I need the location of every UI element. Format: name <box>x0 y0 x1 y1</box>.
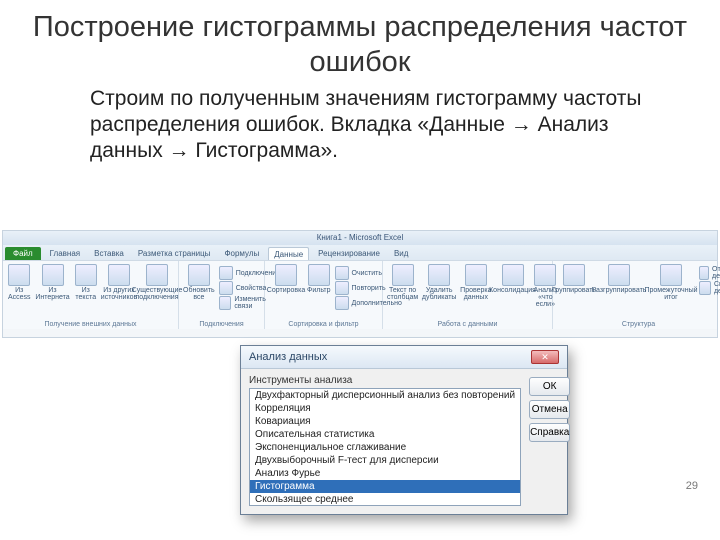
connections-icon <box>219 266 233 280</box>
btn-text-to-col[interactable]: Текст по столбцам <box>387 264 418 301</box>
btn-refresh-all[interactable]: Обновить все <box>183 264 215 301</box>
group-external-data: Из Access Из Интернета Из текста Из друг… <box>3 261 179 329</box>
btn-from-text[interactable]: Из текста <box>74 264 99 301</box>
consolidate-icon <box>502 264 524 286</box>
tab-page-layout[interactable]: Разметка страницы <box>133 247 216 260</box>
remove-dup-icon <box>428 264 450 286</box>
edit-links-icon <box>219 296 232 310</box>
slide-title: Построение гистограммы распределения час… <box>0 0 720 80</box>
close-button[interactable]: ✕ <box>531 350 559 364</box>
other-sources-icon <box>108 264 130 286</box>
text-icon <box>75 264 97 286</box>
btn-hide-detail[interactable]: Скрыть детали <box>699 281 720 295</box>
tab-view[interactable]: Вид <box>389 247 413 260</box>
btn-filter[interactable]: Фильтр <box>307 264 331 294</box>
cancel-button[interactable]: Отмена <box>529 400 570 419</box>
access-icon <box>8 264 30 286</box>
slide-body: Строим по полученным значениям гистограм… <box>0 80 720 165</box>
btn-from-web[interactable]: Из Интернета <box>36 264 70 301</box>
tab-review[interactable]: Рецензирование <box>313 247 385 260</box>
list-label: Инструменты анализа <box>249 375 521 386</box>
group-outline: Группировать Разгруппировать Промежуточн… <box>553 261 720 329</box>
list-item[interactable]: Экспоненциальное сглаживание <box>250 441 520 454</box>
excel-ribbon: Книга1 - Microsoft Excel Файл Главная Вс… <box>2 230 718 338</box>
ok-button[interactable]: ОК <box>529 377 570 396</box>
group-icon <box>563 264 585 286</box>
btn-from-access[interactable]: Из Access <box>7 264 32 301</box>
show-detail-icon <box>699 266 709 280</box>
list-item[interactable]: Скользящее среднее <box>250 493 520 506</box>
ribbon-tabs: Файл Главная Вставка Разметка страницы Ф… <box>3 245 717 260</box>
group-connections: Обновить все Подключения Свойства Измени… <box>179 261 265 329</box>
subtotal-icon <box>660 264 682 286</box>
btn-remove-dup[interactable]: Удалить дубликаты <box>422 264 456 301</box>
clear-icon <box>335 266 349 280</box>
validation-icon <box>465 264 487 286</box>
data-analysis-dialog: Анализ данных ✕ Инструменты анализа Двух… <box>240 345 568 515</box>
ungroup-icon <box>608 264 630 286</box>
existing-conn-icon <box>146 264 168 286</box>
help-button[interactable]: Справка <box>529 423 570 442</box>
advanced-icon <box>335 296 349 310</box>
properties-icon <box>219 281 233 295</box>
reapply-icon <box>335 281 349 295</box>
tab-insert[interactable]: Вставка <box>89 247 129 260</box>
web-icon <box>42 264 64 286</box>
tab-data[interactable]: Данные <box>268 247 309 260</box>
text-to-col-icon <box>392 264 414 286</box>
list-item[interactable]: Корреляция <box>250 402 520 415</box>
tab-home[interactable]: Главная <box>45 247 85 260</box>
filter-icon <box>308 264 330 286</box>
refresh-icon <box>188 264 210 286</box>
btn-sort[interactable]: Сортировка <box>269 264 303 294</box>
btn-subtotal[interactable]: Промежуточный итог <box>647 264 695 301</box>
btn-show-detail[interactable]: Отобразить детали <box>699 266 720 280</box>
group-data-tools: Текст по столбцам Удалить дубликаты Пров… <box>383 261 553 329</box>
tools-listbox[interactable]: Двухфакторный дисперсионный анализ без п… <box>249 388 521 506</box>
btn-validation[interactable]: Проверка данных <box>460 264 491 301</box>
dialog-titlebar: Анализ данных ✕ <box>241 346 567 369</box>
list-item[interactable]: Ковариация <box>250 415 520 428</box>
page-number: 29 <box>686 480 698 492</box>
btn-group[interactable]: Группировать <box>557 264 591 294</box>
btn-ungroup[interactable]: Разгруппировать <box>595 264 643 294</box>
list-item[interactable]: Анализ Фурье <box>250 467 520 480</box>
list-item-selected[interactable]: Гистограмма <box>250 480 520 493</box>
btn-consolidate[interactable]: Консолидация <box>496 264 530 294</box>
dialog-title: Анализ данных <box>249 351 327 363</box>
hide-detail-icon <box>699 281 711 295</box>
list-item[interactable]: Двухфакторный дисперсионный анализ без п… <box>250 389 520 402</box>
group-sort-filter: Сортировка Фильтр Очистить Повторить Доп… <box>265 261 383 329</box>
list-item[interactable]: Описательная статистика <box>250 428 520 441</box>
file-tab[interactable]: Файл <box>5 247 41 260</box>
btn-existing-conn[interactable]: Существующие подключения <box>140 264 174 301</box>
window-title: Книга1 - Microsoft Excel <box>3 231 717 245</box>
sort-icon <box>275 264 297 286</box>
list-item[interactable]: Двухвыборочный F-тест для дисперсии <box>250 454 520 467</box>
tab-formulas[interactable]: Формулы <box>219 247 264 260</box>
